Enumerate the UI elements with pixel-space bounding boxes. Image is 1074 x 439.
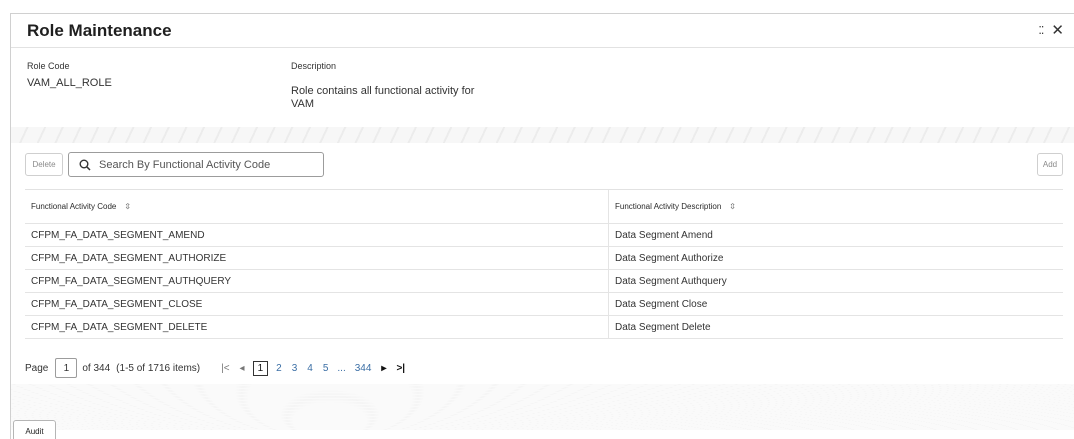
- table-row[interactable]: CFPM_FA_DATA_SEGMENT_DELETE Data Segment…: [25, 316, 1063, 339]
- next-page-icon[interactable]: ▸: [381, 363, 386, 374]
- delete-button[interactable]: Delete: [25, 153, 63, 176]
- column-header-code[interactable]: Functional Activity Code ⇳: [25, 190, 609, 223]
- page-link-last[interactable]: 344: [355, 363, 372, 374]
- page-title: Role Maintenance: [27, 21, 172, 40]
- role-code-label: Role Code: [27, 61, 70, 71]
- activity-description-cell: Data Segment Authquery: [615, 275, 727, 287]
- page-link-3[interactable]: 3: [292, 363, 298, 374]
- role-fields: Role Code VAM_ALL_ROLE Description Role …: [27, 61, 1074, 131]
- activity-description-cell: Data Segment Delete: [615, 321, 711, 333]
- page-link-1[interactable]: 1: [252, 360, 269, 376]
- activity-description-cell: Data Segment Amend: [615, 229, 713, 241]
- role-maintenance-window: Role Maintenance ⁚⁚ ✕ Role Code VAM_ALL_…: [10, 13, 1074, 439]
- table-header-row: Functional Activity Code ⇳ Functional Ac…: [25, 190, 1063, 224]
- page-ellipsis: ...: [337, 362, 346, 374]
- page-link-2[interactable]: 2: [276, 363, 282, 374]
- close-icon[interactable]: ✕: [1051, 23, 1064, 39]
- table-toolbar: Delete Add: [25, 152, 1074, 178]
- table-row[interactable]: CFPM_FA_DATA_SEGMENT_AUTHQUERY Data Segm…: [25, 270, 1063, 293]
- column-header-description-label: Functional Activity Description: [615, 202, 722, 211]
- page-total: of 344: [82, 362, 111, 374]
- page-number-input[interactable]: 1: [55, 358, 78, 378]
- description-label: Description: [291, 61, 337, 71]
- search-icon: [79, 159, 91, 171]
- activity-code-cell: CFPM_FA_DATA_SEGMENT_AUTHQUERY: [25, 270, 609, 292]
- prev-page-icon[interactable]: ◂: [240, 363, 245, 374]
- expand-icon[interactable]: ⁚⁚: [1038, 23, 1044, 39]
- window-controls: ⁚⁚ ✕: [1038, 23, 1064, 39]
- table-row[interactable]: CFPM_FA_DATA_SEGMENT_CLOSE Data Segment …: [25, 293, 1063, 316]
- table-row[interactable]: CFPM_FA_DATA_SEGMENT_AUTHORIZE Data Segm…: [25, 247, 1063, 270]
- activity-code-cell: CFPM_FA_DATA_SEGMENT_AMEND: [25, 224, 609, 246]
- last-page-icon[interactable]: >|: [396, 363, 405, 374]
- search-box[interactable]: [68, 152, 324, 177]
- role-code-value: VAM_ALL_ROLE: [27, 77, 112, 89]
- activity-code-cell: CFPM_FA_DATA_SEGMENT_CLOSE: [25, 293, 609, 315]
- activity-code-cell: CFPM_FA_DATA_SEGMENT_AUTHORIZE: [25, 247, 609, 269]
- activity-description-cell: Data Segment Close: [615, 298, 708, 310]
- add-button[interactable]: Add: [1037, 153, 1063, 176]
- description-field: Description Role contains all functional…: [291, 61, 481, 111]
- window-header: Role Maintenance ⁚⁚ ✕: [11, 14, 1074, 48]
- page-link-5[interactable]: 5: [323, 363, 329, 374]
- column-header-description[interactable]: Functional Activity Description ⇳: [609, 190, 1063, 223]
- description-value: Role contains all functional activity fo…: [291, 85, 475, 110]
- page-link-4[interactable]: 4: [307, 363, 313, 374]
- search-input[interactable]: [99, 158, 299, 171]
- role-code-field: Role Code VAM_ALL_ROLE: [27, 61, 112, 89]
- activity-table: Functional Activity Code ⇳ Functional Ac…: [25, 189, 1063, 339]
- first-page-icon[interactable]: |<: [221, 363, 229, 374]
- pagination: Page 1 of 344 (1-5 of 1716 items) |< ◂ 1…: [25, 357, 410, 379]
- decorative-band: [11, 384, 1074, 430]
- decorative-band: [11, 127, 1074, 143]
- activity-code-cell: CFPM_FA_DATA_SEGMENT_DELETE: [25, 316, 609, 338]
- audit-button[interactable]: Audit: [13, 420, 56, 439]
- sort-icon[interactable]: ⇳: [729, 202, 736, 211]
- page-label: Page: [25, 362, 49, 374]
- activity-description-cell: Data Segment Authorize: [615, 252, 724, 264]
- sort-icon[interactable]: ⇳: [124, 202, 131, 211]
- items-range: (1-5 of 1716 items): [116, 362, 201, 374]
- column-header-code-label: Functional Activity Code: [31, 202, 117, 211]
- table-row[interactable]: CFPM_FA_DATA_SEGMENT_AMEND Data Segment …: [25, 224, 1063, 247]
